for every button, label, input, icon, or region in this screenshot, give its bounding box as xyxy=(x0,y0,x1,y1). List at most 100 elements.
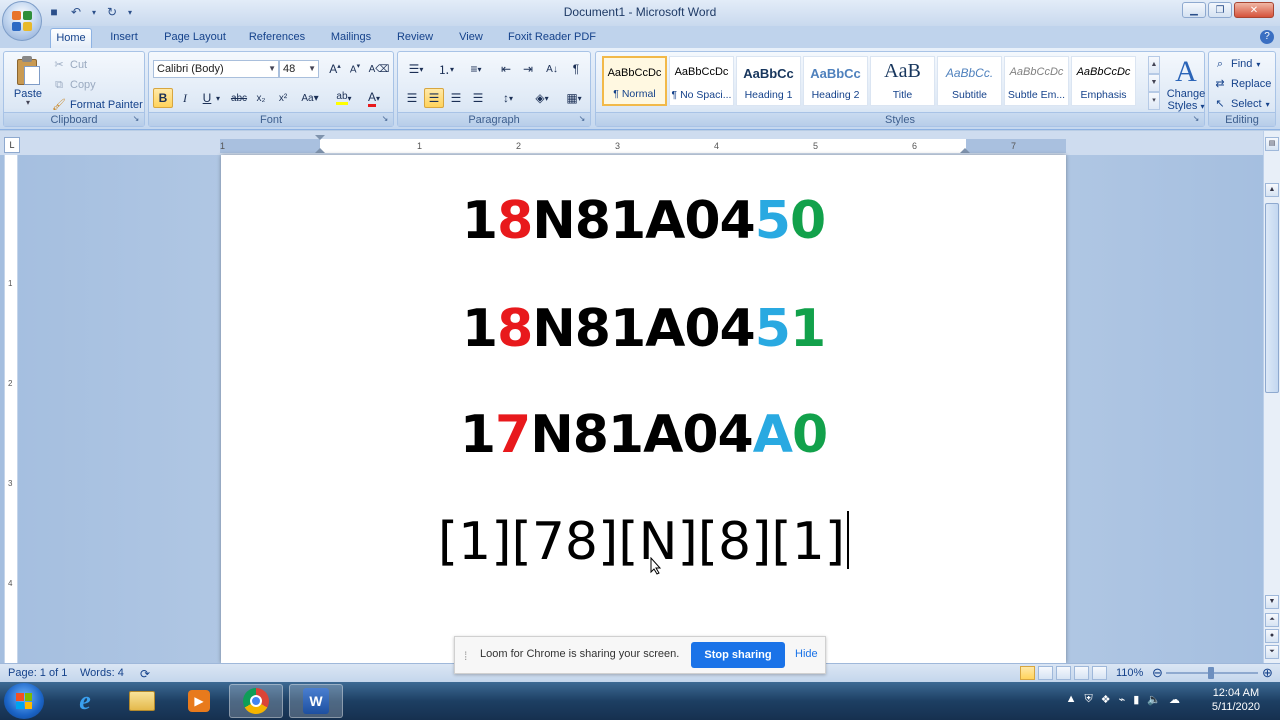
replace-button[interactable]: ⇄ Replace xyxy=(1213,77,1271,91)
outline-icon[interactable] xyxy=(1074,666,1089,680)
style-heading-1[interactable]: AaBbCc Heading 1 xyxy=(736,56,801,106)
justify-button[interactable]: ☰ xyxy=(468,88,488,108)
bold-button[interactable]: B xyxy=(153,88,173,108)
paste-button[interactable]: Paste ▾ xyxy=(10,56,46,112)
scroll-thumb[interactable] xyxy=(1265,203,1279,393)
chrome-taskbar-button[interactable] xyxy=(229,684,283,718)
paste-dropdown-icon[interactable]: ▾ xyxy=(10,99,46,107)
next-page-icon[interactable]: ⏷ xyxy=(1265,645,1279,659)
battery-icon[interactable]: ▮ xyxy=(1133,693,1139,706)
style-subtle-emphasis[interactable]: AaBbCcDc Subtle Em... xyxy=(1004,56,1069,106)
tab-references[interactable]: References xyxy=(244,28,310,48)
font-launcher-icon[interactable]: ↘ xyxy=(380,114,390,124)
office-button[interactable] xyxy=(2,1,42,41)
bullets-button[interactable]: ☰ ▾ xyxy=(402,59,430,79)
tab-selector[interactable]: L xyxy=(4,137,20,153)
sort-button[interactable]: A↓ xyxy=(542,59,562,79)
tab-mailings[interactable]: Mailings xyxy=(324,28,378,48)
find-button[interactable]: ⌕ Find ▾ xyxy=(1213,57,1261,71)
show-hidden-icons-icon[interactable]: ▲ xyxy=(1066,693,1077,706)
page-count[interactable]: Page: 1 of 1 xyxy=(8,667,67,679)
vertical-ruler[interactable]: 1 2 3 4 xyxy=(4,155,18,663)
zoom-in-icon[interactable]: ⊕ xyxy=(1262,665,1273,681)
gallery-down-icon[interactable]: ▼ xyxy=(1148,74,1160,92)
grow-font-button[interactable]: A▴ xyxy=(325,59,345,79)
zoom-slider-knob[interactable] xyxy=(1208,667,1214,679)
stop-sharing-button[interactable]: Stop sharing xyxy=(691,642,785,668)
tab-review[interactable]: Review xyxy=(392,28,438,48)
print-layout-icon[interactable] xyxy=(1020,666,1035,680)
web-layout-icon[interactable] xyxy=(1056,666,1071,680)
align-right-button[interactable]: ☰ xyxy=(446,88,466,108)
style-heading-2[interactable]: AaBbCc Heading 2 xyxy=(803,56,868,106)
start-button[interactable] xyxy=(4,683,44,719)
gallery-up-icon[interactable]: ▲ xyxy=(1148,56,1160,74)
highlight-button[interactable]: ab ▾ xyxy=(331,88,357,108)
vertical-scrollbar[interactable]: ▤ ▲ ▼ ⏶ ● ⏷ xyxy=(1263,131,1280,663)
cut-button[interactable]: ✂ Cut xyxy=(52,58,87,72)
minimize-button[interactable]: ▁ xyxy=(1182,2,1206,18)
style-title[interactable]: AaB Title xyxy=(870,56,935,106)
center-button[interactable]: ☰ xyxy=(424,88,444,108)
shrink-font-button[interactable]: A▾ xyxy=(345,59,365,79)
proofing-icon[interactable]: ⟳ xyxy=(140,667,150,681)
scroll-down-icon[interactable]: ▼ xyxy=(1265,595,1279,609)
paragraph-launcher-icon[interactable]: ↘ xyxy=(577,114,587,124)
help-icon[interactable]: ? xyxy=(1260,30,1274,44)
usb-icon[interactable]: ⌁ xyxy=(1119,693,1126,706)
network-icon[interactable]: ☁ xyxy=(1169,693,1180,706)
numbering-button[interactable]: ⒈ ▾ xyxy=(432,59,460,79)
clipboard-launcher-icon[interactable]: ↘ xyxy=(131,114,141,124)
internet-explorer-taskbar-button[interactable]: e xyxy=(58,684,112,718)
zoom-level[interactable]: 110% xyxy=(1116,667,1143,679)
tab-foxit-reader-pdf[interactable]: Foxit Reader PDF xyxy=(504,28,600,48)
multilevel-list-button[interactable]: ≡ ▾ xyxy=(462,59,490,79)
show-formatting-button[interactable]: ¶ xyxy=(566,59,586,79)
document-page[interactable]: 18N81A0450 18N81A0451 17N81A04A0 [1][78]… xyxy=(221,155,1066,663)
zoom-out-icon[interactable]: ⊖ xyxy=(1152,665,1163,681)
tab-home[interactable]: Home xyxy=(50,28,92,48)
style-normal[interactable]: AaBbCcDc ¶ Normal xyxy=(602,56,667,106)
close-button[interactable]: ✕ xyxy=(1234,2,1274,18)
right-indent-marker[interactable] xyxy=(960,148,970,153)
clock[interactable]: 12:04 AM 5/11/2020 xyxy=(1212,686,1260,714)
style-subtitle[interactable]: AaBbCc. Subtitle xyxy=(937,56,1002,106)
superscript-button[interactable]: x² xyxy=(273,88,293,108)
strikethrough-button[interactable]: abc xyxy=(229,88,249,108)
left-indent-marker[interactable] xyxy=(315,148,325,153)
line-spacing-button[interactable]: ↕ ▾ xyxy=(494,88,522,108)
change-styles-button[interactable]: A Change Styles ▾ xyxy=(1164,56,1208,113)
volume-icon[interactable]: 🔈 xyxy=(1147,693,1161,706)
decrease-indent-button[interactable]: ⇤ xyxy=(496,59,516,79)
underline-dropdown[interactable]: ▾ xyxy=(213,88,223,108)
word-taskbar-button[interactable]: W xyxy=(289,684,343,718)
clear-formatting-button[interactable]: A⌫ xyxy=(369,59,390,79)
format-painter-button[interactable]: 🖌 Format Painter xyxy=(52,98,143,112)
draft-icon[interactable] xyxy=(1092,666,1107,680)
security-icon[interactable]: ⛨ xyxy=(1084,693,1092,706)
media-player-taskbar-button[interactable]: ▶ xyxy=(172,684,226,718)
dropbox-icon[interactable]: ❖ xyxy=(1101,693,1111,706)
drag-handle-icon[interactable]: ⁞ xyxy=(464,649,467,663)
horizontal-ruler[interactable]: 1 1 2 3 4 5 6 7 xyxy=(220,135,1066,153)
tab-page-layout[interactable]: Page Layout xyxy=(160,28,230,48)
tab-insert[interactable]: Insert xyxy=(104,28,144,48)
browse-object-icon[interactable]: ● xyxy=(1265,629,1279,643)
ruler-toggle-icon[interactable]: ▤ xyxy=(1265,137,1279,151)
full-screen-reading-icon[interactable] xyxy=(1038,666,1053,680)
first-line-indent-marker[interactable] xyxy=(315,135,325,140)
zoom-slider[interactable] xyxy=(1166,667,1258,679)
styles-launcher-icon[interactable]: ↘ xyxy=(1191,114,1201,124)
gallery-more-icon[interactable]: ▾ xyxy=(1148,92,1160,110)
copy-button[interactable]: ⧉ Copy xyxy=(52,78,96,92)
style-emphasis[interactable]: AaBbCcDc Emphasis xyxy=(1071,56,1136,106)
word-count[interactable]: Words: 4 xyxy=(80,667,124,679)
subscript-button[interactable]: x₂ xyxy=(251,88,271,108)
restore-button[interactable]: ❐ xyxy=(1208,2,1232,18)
font-name-combo[interactable]: Calibri (Body) ▼ xyxy=(153,60,279,78)
change-case-button[interactable]: Aa▾ xyxy=(297,88,323,108)
font-color-button[interactable]: A ▾ xyxy=(361,88,387,108)
italic-button[interactable]: I xyxy=(175,88,195,108)
increase-indent-button[interactable]: ⇥ xyxy=(518,59,538,79)
scroll-up-icon[interactable]: ▲ xyxy=(1265,183,1279,197)
